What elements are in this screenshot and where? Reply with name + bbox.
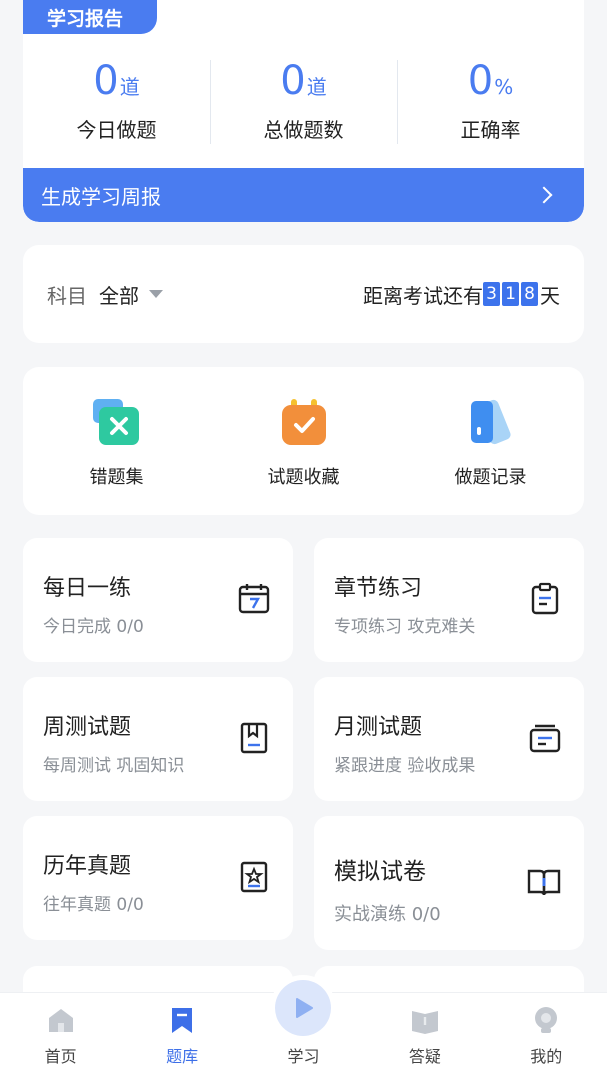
generate-weekly-report-button[interactable]: 生成学习周报 — [23, 168, 584, 222]
nav-study[interactable]: 学习 — [253, 975, 353, 1080]
stat-today-value: 0 — [93, 58, 119, 104]
stat-total: 0道 总做题数 — [210, 58, 397, 148]
days-digit: 3 — [483, 282, 500, 306]
stat-accuracy-label: 正确率 — [460, 118, 521, 142]
nav-study-label: 学习 — [287, 1047, 320, 1066]
records-button[interactable]: 做题记录 — [421, 397, 561, 515]
stat-today-label: 今日做题 — [76, 118, 157, 142]
monthly-test-card[interactable]: 月测试题 紧跟进度 验收成果 — [314, 677, 584, 801]
study-report-card: 学习报告 0道 今日做题 0道 总做题数 0% 正确率 生成学习周报 — [23, 0, 584, 222]
nav-question-bank-label: 题库 — [166, 1047, 199, 1066]
nav-home[interactable]: 首页 — [11, 993, 111, 1080]
weekly-report-label: 生成学习周报 — [41, 184, 161, 209]
wrong-questions-button[interactable]: 错题集 — [47, 397, 187, 515]
past-exams-card[interactable]: 历年真题 往年真题 0/0 — [23, 816, 293, 940]
bookmark-doc-icon — [240, 722, 268, 754]
mock-exam-subtitle: 实战演练 0/0 — [334, 904, 441, 925]
stat-total-label: 总做题数 — [263, 118, 344, 142]
nav-home-label: 首页 — [44, 1047, 77, 1066]
stat-accuracy-unit: % — [494, 75, 514, 99]
bottom-nav: 首页 题库 学习 答疑 我的 — [0, 975, 607, 1080]
chevron-right-icon — [535, 186, 553, 204]
daily-practice-card[interactable]: 每日一练 今日完成 0/0 — [23, 538, 293, 662]
qa-book-icon — [411, 1011, 438, 1034]
favorites-button[interactable]: 试题收藏 — [234, 397, 374, 515]
nav-profile-label: 我的 — [530, 1047, 563, 1066]
stat-accuracy-value: 0 — [467, 58, 494, 104]
tools-card: 错题集 试题收藏 做题记录 — [23, 367, 584, 515]
records-label: 做题记录 — [454, 467, 527, 488]
days-digit: 8 — [521, 282, 538, 306]
records-icon — [470, 399, 511, 445]
study-report-tab: 学习报告 — [23, 0, 157, 34]
exam-prefix: 距离考试还有 — [363, 283, 483, 308]
stat-total-unit: 道 — [306, 75, 327, 99]
calendar-icon — [238, 584, 270, 614]
nav-profile[interactable]: 我的 — [496, 993, 596, 1080]
subject-label: 科目 — [47, 283, 87, 308]
nav-qa[interactable]: 答疑 — [375, 993, 475, 1080]
star-doc-icon — [240, 861, 268, 893]
mock-exam-card[interactable]: 模拟试卷 实战演练 0/0 — [314, 816, 584, 950]
study-play-button[interactable] — [270, 975, 337, 1041]
open-book-icon — [527, 869, 561, 896]
stat-today: 0道 今日做题 — [23, 58, 210, 148]
stats-row: 0道 今日做题 0道 总做题数 0% 正确率 — [23, 58, 584, 148]
wrong-questions-label: 错题集 — [89, 467, 144, 488]
chapter-practice-card[interactable]: 章节练习 专项练习 攻克难关 — [314, 538, 584, 662]
subject-value: 全部 — [99, 283, 139, 308]
clipboard-icon — [531, 582, 559, 615]
profile-icon — [535, 1007, 558, 1033]
home-icon — [48, 1009, 73, 1032]
favorites-label: 试题收藏 — [267, 467, 340, 488]
play-icon — [296, 998, 314, 1018]
weekly-test-card[interactable]: 周测试题 每周测试 巩固知识 — [23, 677, 293, 801]
nav-qa-label: 答疑 — [408, 1047, 441, 1066]
stat-accuracy: 0% 正确率 — [397, 58, 584, 148]
exam-suffix: 天 — [540, 283, 560, 308]
subject-selector[interactable]: 科目 全部 — [47, 280, 163, 309]
exam-countdown: 距离考试还有 3 1 8 天 — [363, 280, 560, 309]
question-bank-icon — [172, 1008, 193, 1033]
favorites-icon — [281, 399, 326, 445]
subject-card: 科目 全部 距离考试还有 3 1 8 天 — [23, 245, 584, 343]
folder-icon — [529, 724, 561, 753]
stat-today-unit: 道 — [119, 75, 140, 99]
caret-down-icon — [149, 290, 163, 298]
nav-question-bank[interactable]: 题库 — [132, 993, 232, 1080]
days-digit: 1 — [502, 282, 519, 306]
stat-total-value: 0 — [280, 58, 306, 104]
wrong-questions-icon — [92, 399, 139, 445]
